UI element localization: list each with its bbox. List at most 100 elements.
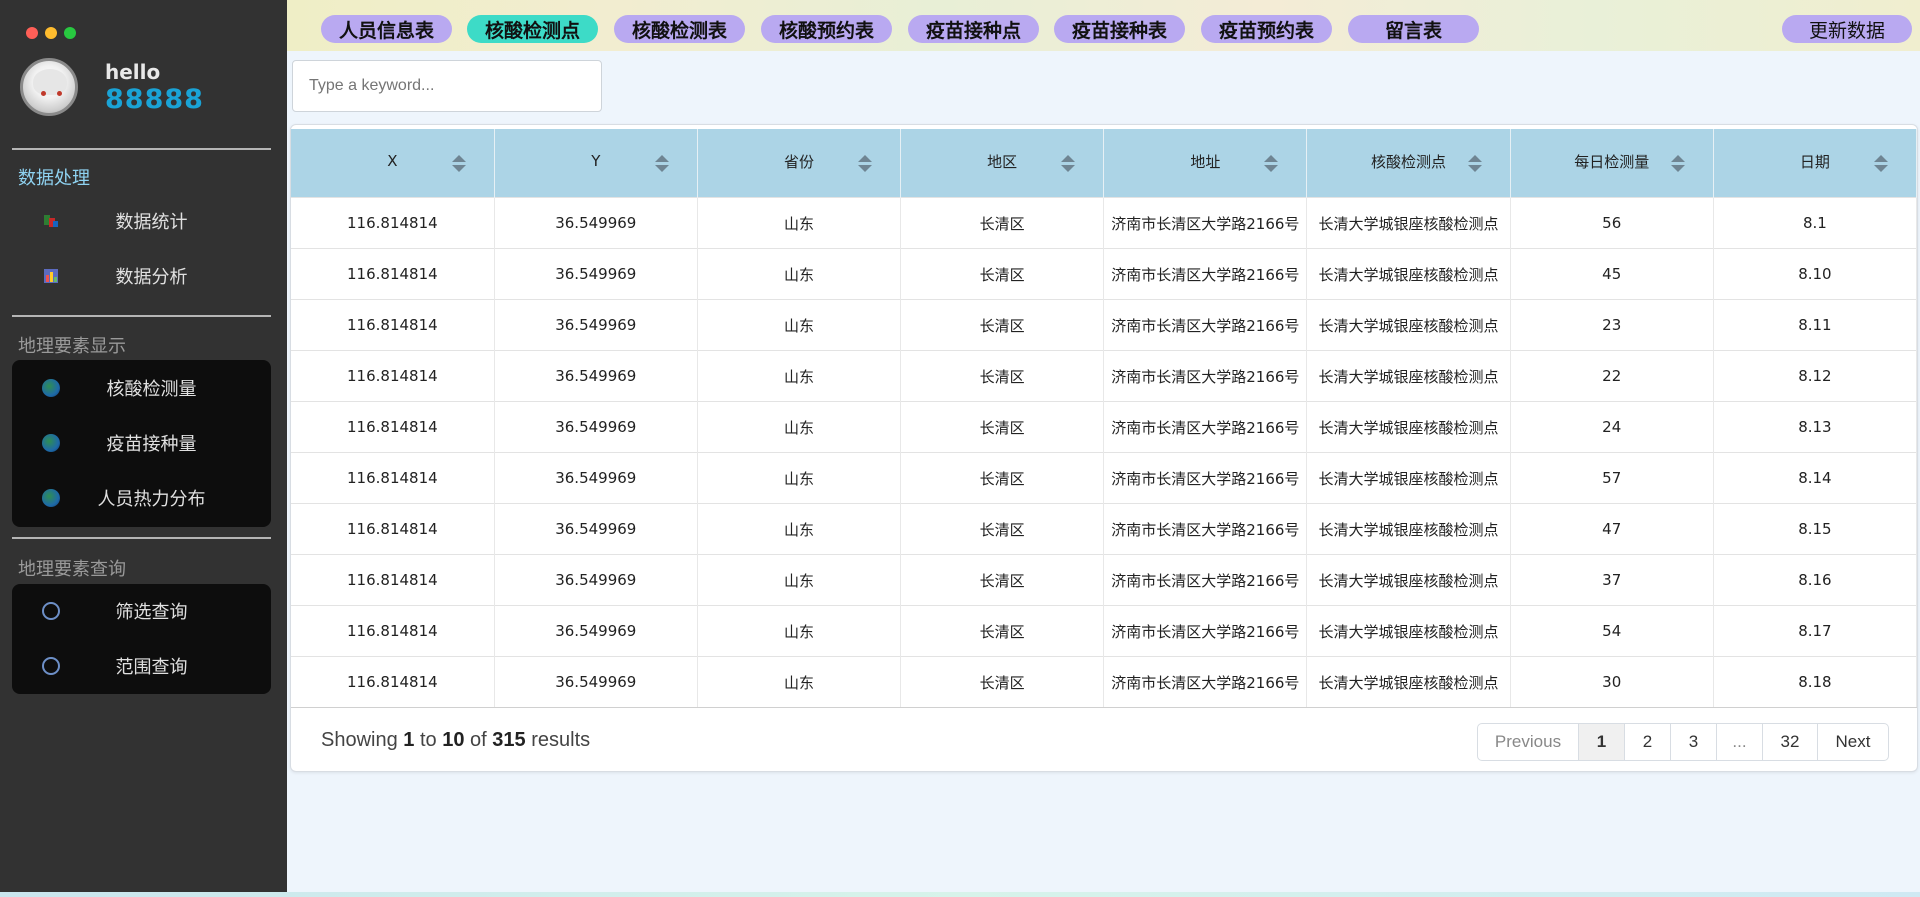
close-window-button[interactable] (26, 27, 38, 39)
tab-vaccine-appointments[interactable]: 疫苗预约表 (1201, 15, 1332, 43)
page-button-2[interactable]: 2 (1625, 724, 1671, 760)
table-row[interactable]: 116.814814 36.549969 山东 长清区 济南市长清区大学路2166号 长清… (291, 656, 1918, 708)
summary-results-label: results (531, 729, 591, 751)
table-cell: 济南市长清区大学路2166号 (1103, 452, 1308, 504)
sort-icon[interactable] (451, 155, 466, 173)
column-header[interactable]: X (291, 129, 495, 198)
page-button-32[interactable]: 32 (1763, 724, 1818, 760)
top-bar: 人员信息表 核酸检测点 核酸检测表 核酸预约表 疫苗接种点 疫苗接种表 疫苗预约… (287, 0, 1920, 51)
sort-icon[interactable] (1467, 155, 1482, 173)
page-button-3[interactable]: 3 (1671, 724, 1717, 760)
table-cell: 山东 (697, 554, 902, 606)
table-cell: 长清区 (900, 605, 1105, 657)
sidebar-item-range-query[interactable]: 范围查询 (12, 640, 271, 692)
sort-icon[interactable] (858, 155, 873, 173)
table-row[interactable]: 116.814814 36.549969 山东 长清区 济南市长清区大学路2166号 长清… (291, 401, 1918, 453)
divider (12, 148, 271, 150)
next-page-button[interactable]: Next (1818, 724, 1888, 760)
avatar[interactable] (20, 58, 78, 116)
tab-nucleic-test-records[interactable]: 核酸检测表 (614, 15, 745, 43)
table-row[interactable]: 116.814814 36.549969 山东 长清区 济南市长清区大学路2166号 长清… (291, 248, 1918, 300)
table-row[interactable]: 116.814814 36.549969 山东 长清区 济南市长清区大学路2166号 长清… (291, 554, 1918, 606)
table-cell: 长清大学城银座核酸检测点 (1306, 299, 1511, 351)
table-cell: 8.1 (1713, 197, 1918, 249)
tab-personnel-info[interactable]: 人员信息表 (321, 15, 452, 43)
table-cell: 24 (1510, 401, 1714, 453)
table-cell: 济南市长清区大学路2166号 (1103, 197, 1308, 249)
column-header-label: 日期 (1799, 152, 1830, 171)
table-cell: 济南市长清区大学路2166号 (1103, 299, 1308, 351)
table-cell: 长清大学城银座核酸检测点 (1306, 401, 1511, 453)
sort-icon[interactable] (1670, 155, 1685, 173)
column-header[interactable]: 日期 (1713, 129, 1918, 198)
column-header-label: 省份 (783, 152, 814, 171)
table-cell: 23 (1510, 299, 1714, 351)
column-header[interactable]: 核酸检测点 (1306, 129, 1511, 198)
sidebar-item-heat-distribution[interactable]: 人员热力分布 (12, 472, 271, 524)
table-cell: 长清区 (900, 554, 1105, 606)
table-cell: 长清区 (900, 656, 1105, 708)
table-cell: 长清大学城银座核酸检测点 (1306, 656, 1511, 708)
table-cell: 山东 (697, 656, 902, 708)
table-row[interactable]: 116.814814 36.549969 山东 长清区 济南市长清区大学路2166号 长清… (291, 605, 1918, 657)
tab-nucleic-test-sites[interactable]: 核酸检测点 (467, 15, 598, 43)
column-header[interactable]: 每日检测量 (1510, 129, 1714, 198)
update-data-button[interactable]: 更新数据 (1782, 15, 1912, 43)
table-cell: 116.814814 (291, 656, 495, 708)
user-id: 88888 (105, 84, 204, 115)
table-cell: 36.549969 (494, 503, 698, 555)
sidebar-item-analysis[interactable]: 数据分析 (12, 250, 271, 302)
table-cell: 济南市长清区大学路2166号 (1103, 656, 1308, 708)
search-input[interactable] (292, 60, 602, 112)
table-row[interactable]: 116.814814 36.549969 山东 长清区 济南市长清区大学路2166号 长清… (291, 299, 1918, 351)
page-button-1[interactable]: 1 (1579, 724, 1625, 760)
sidebar-item-filter-query[interactable]: 筛选查询 (12, 585, 271, 637)
tab-vaccine-records[interactable]: 疫苗接种表 (1054, 15, 1185, 43)
column-header[interactable]: 地址 (1103, 129, 1308, 198)
table-cell: 30 (1510, 656, 1714, 708)
results-summary: Showing 1 to 10 of 315 results (321, 729, 590, 752)
sort-icon[interactable] (1061, 155, 1076, 173)
column-header[interactable]: 省份 (697, 129, 902, 198)
sidebar-item-statistics[interactable]: 数据统计 (12, 195, 271, 247)
tab-vaccine-sites[interactable]: 疫苗接种点 (908, 15, 1039, 43)
table-cell: 22 (1510, 350, 1714, 402)
sidebar-item-label: 筛选查询 (115, 602, 188, 623)
table-cell: 45 (1510, 248, 1714, 300)
table-cell: 8.17 (1713, 605, 1918, 657)
table-cell: 济南市长清区大学路2166号 (1103, 554, 1308, 606)
table-cell: 116.814814 (291, 197, 495, 249)
column-header[interactable]: Y (494, 129, 698, 198)
table-cell: 长清大学城银座核酸检测点 (1306, 503, 1511, 555)
summary-label: Showing (321, 729, 398, 751)
table-cell: 36.549969 (494, 656, 698, 708)
sidebar-item-nucleic-count[interactable]: 核酸检测量 (12, 362, 271, 414)
tab-messages[interactable]: 留言表 (1348, 15, 1479, 43)
previous-page-button[interactable]: Previous (1478, 724, 1579, 760)
summary-to-label: to (419, 729, 437, 751)
sidebar-item-label: 人员热力分布 (97, 489, 206, 510)
table-row[interactable]: 116.814814 36.549969 山东 长清区 济南市长清区大学路2166号 长清… (291, 452, 1918, 504)
sort-icon[interactable] (1874, 155, 1888, 173)
column-header-label: 地址 (1190, 152, 1221, 171)
summary-total: 315 (492, 729, 526, 751)
table-cell: 长清区 (900, 350, 1105, 402)
pagination: Previous 1 2 3 ... 32 Next (1477, 723, 1889, 761)
section-title-geo-query: 地理要素查询 (18, 559, 126, 580)
sort-icon[interactable] (1264, 155, 1279, 173)
minimize-window-button[interactable] (45, 27, 57, 39)
table-cell: 山东 (697, 503, 902, 555)
table-cell: 116.814814 (291, 554, 495, 606)
bottom-strip (0, 892, 1920, 897)
column-header[interactable]: 地区 (900, 129, 1105, 198)
table-row[interactable]: 116.814814 36.549969 山东 长清区 济南市长清区大学路2166号 长清… (291, 197, 1918, 249)
maximize-window-button[interactable] (64, 27, 76, 39)
tab-nucleic-appointments[interactable]: 核酸预约表 (761, 15, 892, 43)
sidebar-item-vaccine-count[interactable]: 疫苗接种量 (12, 417, 271, 469)
table-cell: 长清区 (900, 299, 1105, 351)
table-row[interactable]: 116.814814 36.549969 山东 长清区 济南市长清区大学路2166号 长清… (291, 503, 1918, 555)
column-header-label: X (387, 152, 398, 170)
table-row[interactable]: 116.814814 36.549969 山东 长清区 济南市长清区大学路2166号 长清… (291, 350, 1918, 402)
column-header-label: Y (591, 152, 601, 170)
sort-icon[interactable] (654, 155, 669, 173)
